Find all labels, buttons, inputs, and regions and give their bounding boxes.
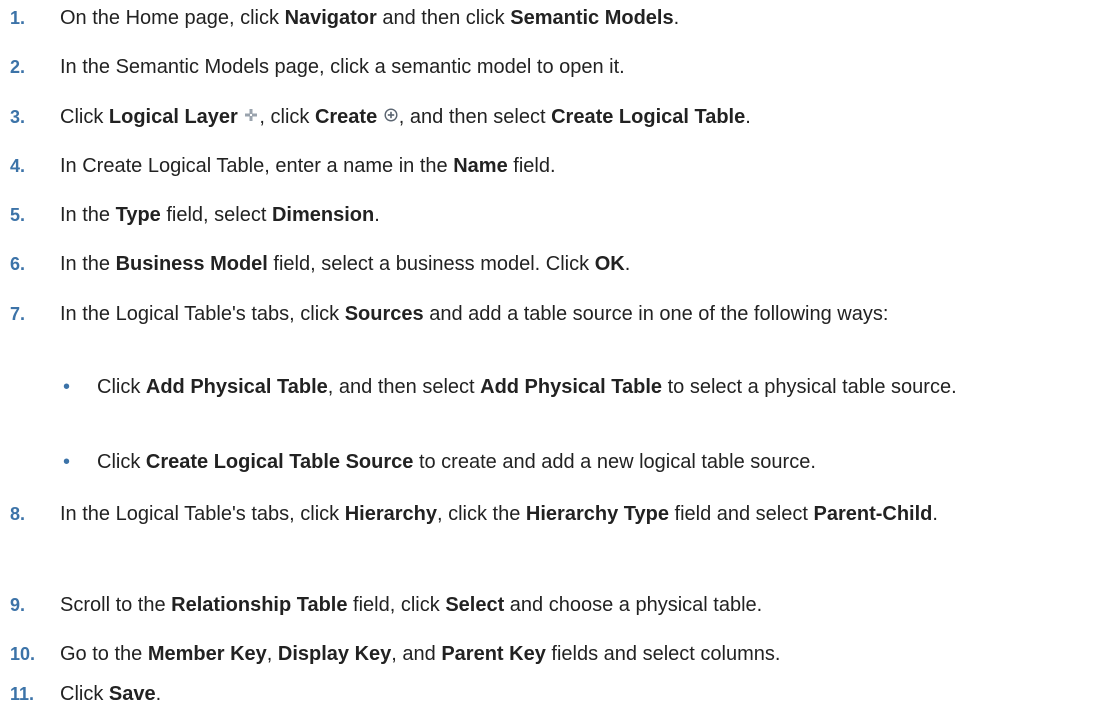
ui-term: Logical Layer bbox=[108, 106, 238, 128]
step-text-run: In the Semantic Models page, click a sem… bbox=[60, 56, 625, 78]
step-text-run: On the Home page, click bbox=[60, 7, 285, 29]
ui-term: Display Key bbox=[277, 643, 392, 665]
ui-term: Add Physical Table bbox=[480, 376, 663, 398]
ui-term: Name bbox=[453, 155, 508, 177]
step-number: 6. bbox=[10, 254, 26, 274]
step-text-run: In Create Logical Table, enter a name in… bbox=[60, 155, 454, 177]
step-number: 9. bbox=[10, 595, 26, 615]
ui-term: Sources bbox=[344, 303, 424, 325]
step-text: In Create Logical Table, enter a name in… bbox=[60, 154, 1085, 179]
step-text-run: In the bbox=[60, 253, 116, 275]
step-text-run: to select a physical table source. bbox=[662, 376, 957, 398]
step-text-run: In the Logical Table's tabs, click bbox=[60, 303, 345, 325]
step-text-run: , bbox=[266, 643, 278, 665]
step-text: Click Logical Layer , click Create , and… bbox=[60, 105, 1085, 130]
step-text-run: and then click bbox=[376, 7, 511, 29]
step-text-run: and choose a physical table. bbox=[504, 594, 763, 616]
sub-option-text: Click Add Physical Table, and then selec… bbox=[97, 375, 1083, 400]
step-text-run: , click the bbox=[437, 503, 526, 525]
ui-term: Member Key bbox=[147, 643, 267, 665]
ui-term: Parent-Child bbox=[813, 503, 933, 525]
step-number: 4. bbox=[10, 156, 26, 176]
step-text-run: In the bbox=[60, 204, 116, 226]
ui-term: Business Model bbox=[115, 253, 268, 275]
logical-layer-icon bbox=[244, 108, 258, 122]
step-text-run: field. bbox=[507, 155, 556, 177]
step-text-run: , and then select bbox=[327, 376, 481, 398]
step-text-run: , and then select bbox=[398, 106, 552, 128]
step-text-run: . bbox=[155, 683, 162, 705]
ui-term: Hierarchy Type bbox=[525, 503, 669, 525]
ui-term: Save bbox=[108, 683, 156, 705]
ui-term: Hierarchy bbox=[344, 503, 437, 525]
step-text-run: , click bbox=[259, 106, 315, 128]
step-text: In the Logical Table's tabs, click Hiera… bbox=[60, 502, 1085, 527]
step-text-run: Go to the bbox=[60, 643, 148, 665]
step-number: 10. bbox=[10, 644, 36, 664]
ui-term: Dimension bbox=[271, 204, 375, 226]
step-text: In the Semantic Models page, click a sem… bbox=[60, 55, 1085, 80]
step-text-run: , and bbox=[391, 643, 442, 665]
step-text-run: field and select bbox=[668, 503, 814, 525]
ui-term: Create Logical Table bbox=[551, 106, 746, 128]
bullet-icon: • bbox=[63, 376, 71, 398]
step-text: In the Business Model field, select a bu… bbox=[60, 252, 1085, 277]
ui-term: OK bbox=[594, 253, 625, 275]
ui-term: Relationship Table bbox=[171, 594, 348, 616]
procedure-document: 1. On the Home page, click Navigator and … bbox=[0, 0, 1095, 706]
step-text-run: . bbox=[624, 253, 631, 275]
ui-term: Add Physical Table bbox=[145, 376, 328, 398]
step-text-run: Scroll to the bbox=[60, 594, 172, 616]
step-text-run: Click bbox=[97, 376, 146, 398]
step-text: In the Type field, select Dimension. bbox=[60, 203, 1085, 228]
step-text: On the Home page, click Navigator and th… bbox=[60, 6, 1085, 31]
step-number: 5. bbox=[10, 205, 26, 225]
ui-term: Create Logical Table Source bbox=[145, 451, 414, 473]
step-text-run bbox=[377, 106, 383, 128]
step-number: 8. bbox=[10, 504, 26, 524]
ui-term: Semantic Models bbox=[510, 7, 674, 29]
step-text-run: . bbox=[932, 503, 938, 525]
step-text-run: Click bbox=[60, 106, 109, 128]
step-text-run: . bbox=[673, 7, 680, 29]
step-text-run bbox=[238, 106, 244, 128]
step-text-run: field, select bbox=[160, 204, 272, 226]
step-text: Go to the Member Key, Display Key, and P… bbox=[60, 642, 1085, 667]
step-text-run: Click bbox=[97, 451, 146, 473]
step-number: 3. bbox=[10, 107, 26, 127]
step-text-run: . bbox=[374, 204, 380, 226]
bullet-icon: • bbox=[63, 451, 71, 473]
step-text: In the Logical Table's tabs, click Sourc… bbox=[60, 302, 1085, 327]
step-text-run: field, click bbox=[347, 594, 446, 616]
step-number: 11. bbox=[10, 684, 35, 704]
step-text-run: to create and add a new logical table so… bbox=[413, 451, 816, 473]
create-plus-circle-icon bbox=[384, 108, 398, 122]
sub-option-text: Click Create Logical Table Source to cre… bbox=[97, 450, 1083, 475]
ui-term: Navigator bbox=[284, 7, 377, 29]
ui-term: Parent Key bbox=[441, 643, 546, 665]
step-text-run: fields and select columns. bbox=[545, 643, 781, 665]
ui-term: Create bbox=[314, 106, 378, 128]
ui-term: Select bbox=[445, 594, 505, 616]
step-number: 7. bbox=[10, 304, 26, 324]
ui-term: Type bbox=[115, 204, 161, 226]
step-text-run: Click bbox=[60, 683, 109, 705]
step-number: 1. bbox=[10, 8, 26, 28]
step-number: 2. bbox=[10, 57, 26, 77]
step-text-run: . bbox=[745, 106, 751, 128]
step-text: Scroll to the Relationship Table field, … bbox=[60, 593, 1085, 618]
step-text: Click Save. bbox=[60, 682, 1085, 707]
step-text-run: field, select a business model. Click bbox=[267, 253, 595, 275]
step-text-run: In the Logical Table's tabs, click bbox=[60, 503, 345, 525]
step-text-run: and add a table source in one of the fol… bbox=[423, 303, 889, 325]
